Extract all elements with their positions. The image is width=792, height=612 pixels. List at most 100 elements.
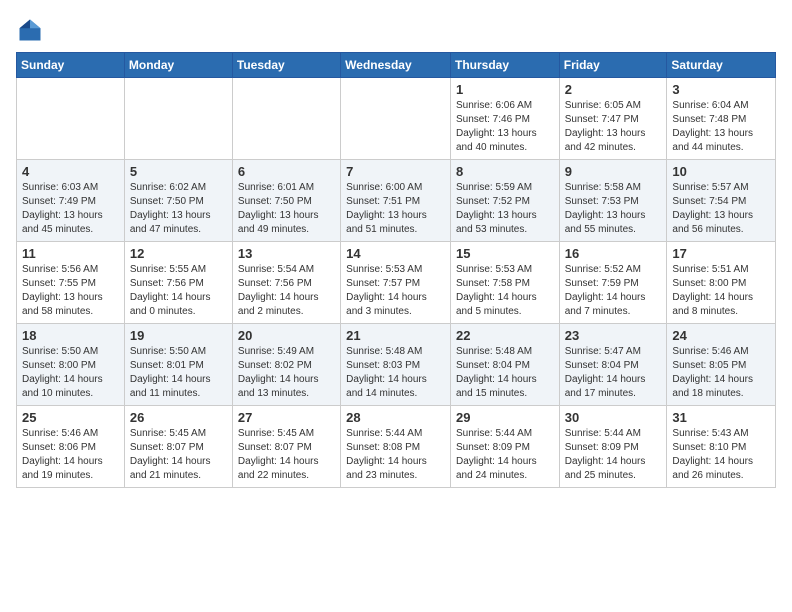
day-number: 31	[672, 410, 770, 425]
day-info: Sunrise: 5:44 AMSunset: 8:08 PMDaylight:…	[346, 427, 445, 483]
day-info: Sunrise: 5:46 AMSunset: 8:06 PMDaylight:…	[22, 427, 119, 483]
day-number: 19	[130, 328, 227, 343]
day-info: Sunrise: 5:48 AMSunset: 8:03 PMDaylight:…	[346, 345, 445, 401]
day-info: Sunrise: 5:44 AMSunset: 8:09 PMDaylight:…	[456, 427, 554, 483]
day-number: 21	[346, 328, 445, 343]
calendar-day-cell: 12 Sunrise: 5:55 AMSunset: 7:56 PMDayligh…	[124, 242, 232, 324]
day-number: 27	[238, 410, 335, 425]
day-info: Sunrise: 5:46 AMSunset: 8:05 PMDaylight:…	[672, 345, 770, 401]
calendar-week-row: 18 Sunrise: 5:50 AMSunset: 8:00 PMDayligh…	[17, 324, 776, 406]
calendar-week-row: 11 Sunrise: 5:56 AMSunset: 7:55 PMDayligh…	[17, 242, 776, 324]
calendar-day-cell	[232, 78, 340, 160]
day-info: Sunrise: 5:50 AMSunset: 8:00 PMDaylight:…	[22, 345, 119, 401]
weekday-header: Saturday	[667, 53, 776, 78]
calendar-day-cell: 28 Sunrise: 5:44 AMSunset: 8:08 PMDayligh…	[341, 406, 451, 488]
calendar-day-cell: 29 Sunrise: 5:44 AMSunset: 8:09 PMDayligh…	[450, 406, 559, 488]
day-number: 23	[565, 328, 662, 343]
calendar: SundayMondayTuesdayWednesdayThursdayFrid…	[16, 52, 776, 488]
day-info: Sunrise: 6:00 AMSunset: 7:51 PMDaylight:…	[346, 181, 445, 237]
day-info: Sunrise: 5:47 AMSunset: 8:04 PMDaylight:…	[565, 345, 662, 401]
calendar-day-cell: 20 Sunrise: 5:49 AMSunset: 8:02 PMDayligh…	[232, 324, 340, 406]
day-info: Sunrise: 5:58 AMSunset: 7:53 PMDaylight:…	[565, 181, 662, 237]
logo	[16, 16, 48, 44]
day-info: Sunrise: 5:54 AMSunset: 7:56 PMDaylight:…	[238, 263, 335, 319]
day-number: 2	[565, 82, 662, 97]
day-info: Sunrise: 5:56 AMSunset: 7:55 PMDaylight:…	[22, 263, 119, 319]
day-number: 18	[22, 328, 119, 343]
calendar-day-cell: 11 Sunrise: 5:56 AMSunset: 7:55 PMDayligh…	[17, 242, 125, 324]
weekday-header-row: SundayMondayTuesdayWednesdayThursdayFrid…	[17, 53, 776, 78]
day-number: 22	[456, 328, 554, 343]
weekday-header: Sunday	[17, 53, 125, 78]
day-number: 10	[672, 164, 770, 179]
calendar-day-cell: 7 Sunrise: 6:00 AMSunset: 7:51 PMDaylight…	[341, 160, 451, 242]
day-number: 30	[565, 410, 662, 425]
day-info: Sunrise: 5:49 AMSunset: 8:02 PMDaylight:…	[238, 345, 335, 401]
day-info: Sunrise: 5:51 AMSunset: 8:00 PMDaylight:…	[672, 263, 770, 319]
calendar-day-cell	[341, 78, 451, 160]
calendar-day-cell: 4 Sunrise: 6:03 AMSunset: 7:49 PMDaylight…	[17, 160, 125, 242]
day-info: Sunrise: 5:50 AMSunset: 8:01 PMDaylight:…	[130, 345, 227, 401]
calendar-day-cell: 3Sunrise: 6:04 AMSunset: 7:48 PMDaylight…	[667, 78, 776, 160]
calendar-day-cell: 15Sunrise: 5:53 AMSunset: 7:58 PMDayligh…	[450, 242, 559, 324]
day-info: Sunrise: 5:52 AMSunset: 7:59 PMDaylight:…	[565, 263, 662, 319]
day-info: Sunrise: 5:45 AMSunset: 8:07 PMDaylight:…	[238, 427, 335, 483]
day-number: 24	[672, 328, 770, 343]
day-number: 12	[130, 246, 227, 261]
calendar-day-cell: 24 Sunrise: 5:46 AMSunset: 8:05 PMDayligh…	[667, 324, 776, 406]
weekday-header: Thursday	[450, 53, 559, 78]
calendar-day-cell: 31 Sunrise: 5:43 AMSunset: 8:10 PMDayligh…	[667, 406, 776, 488]
day-number: 29	[456, 410, 554, 425]
calendar-week-row: 4 Sunrise: 6:03 AMSunset: 7:49 PMDaylight…	[17, 160, 776, 242]
calendar-day-cell: 17 Sunrise: 5:51 AMSunset: 8:00 PMDayligh…	[667, 242, 776, 324]
day-number: 16	[565, 246, 662, 261]
calendar-day-cell: 23 Sunrise: 5:47 AMSunset: 8:04 PMDayligh…	[559, 324, 667, 406]
day-info: Sunrise: 5:53 AMSunset: 7:57 PMDaylight:…	[346, 263, 445, 319]
day-number: 4	[22, 164, 119, 179]
day-number: 28	[346, 410, 445, 425]
day-info: Sunrise: 6:05 AMSunset: 7:47 PMDaylight:…	[565, 99, 662, 155]
day-number: 26	[130, 410, 227, 425]
day-info: Sunrise: 5:57 AMSunset: 7:54 PMDaylight:…	[672, 181, 770, 237]
day-info: Sunrise: 5:59 AMSunset: 7:52 PMDaylight:…	[456, 181, 554, 237]
weekday-header: Monday	[124, 53, 232, 78]
calendar-day-cell: 6 Sunrise: 6:01 AMSunset: 7:50 PMDaylight…	[232, 160, 340, 242]
calendar-day-cell: 8 Sunrise: 5:59 AMSunset: 7:52 PMDaylight…	[450, 160, 559, 242]
calendar-week-row: 1 Sunrise: 6:06 AMSunset: 7:46 PMDaylight…	[17, 78, 776, 160]
day-info: Sunrise: 6:02 AMSunset: 7:50 PMDaylight:…	[130, 181, 227, 237]
calendar-day-cell: 27 Sunrise: 5:45 AMSunset: 8:07 PMDayligh…	[232, 406, 340, 488]
calendar-day-cell	[17, 78, 125, 160]
calendar-day-cell: 18 Sunrise: 5:50 AMSunset: 8:00 PMDayligh…	[17, 324, 125, 406]
day-number: 9	[565, 164, 662, 179]
calendar-day-cell: 1 Sunrise: 6:06 AMSunset: 7:46 PMDaylight…	[450, 78, 559, 160]
day-number: 13	[238, 246, 335, 261]
day-number: 25	[22, 410, 119, 425]
day-number: 15	[456, 246, 554, 261]
calendar-day-cell: 9 Sunrise: 5:58 AMSunset: 7:53 PMDaylight…	[559, 160, 667, 242]
day-info: Sunrise: 6:04 AMSunset: 7:48 PMDaylight:…	[672, 99, 770, 155]
logo-icon	[16, 16, 44, 44]
calendar-day-cell: 5Sunrise: 6:02 AMSunset: 7:50 PMDaylight…	[124, 160, 232, 242]
day-number: 6	[238, 164, 335, 179]
day-info: Sunrise: 6:01 AMSunset: 7:50 PMDaylight:…	[238, 181, 335, 237]
day-info: Sunrise: 5:48 AMSunset: 8:04 PMDaylight:…	[456, 345, 554, 401]
day-info: Sunrise: 6:03 AMSunset: 7:49 PMDaylight:…	[22, 181, 119, 237]
calendar-day-cell: 13 Sunrise: 5:54 AMSunset: 7:56 PMDayligh…	[232, 242, 340, 324]
day-number: 8	[456, 164, 554, 179]
calendar-day-cell	[124, 78, 232, 160]
calendar-day-cell: 10 Sunrise: 5:57 AMSunset: 7:54 PMDayligh…	[667, 160, 776, 242]
day-number: 11	[22, 246, 119, 261]
day-number: 7	[346, 164, 445, 179]
calendar-day-cell: 16 Sunrise: 5:52 AMSunset: 7:59 PMDayligh…	[559, 242, 667, 324]
calendar-day-cell: 2 Sunrise: 6:05 AMSunset: 7:47 PMDaylight…	[559, 78, 667, 160]
day-number: 20	[238, 328, 335, 343]
calendar-week-row: 25 Sunrise: 5:46 AMSunset: 8:06 PMDayligh…	[17, 406, 776, 488]
day-number: 17	[672, 246, 770, 261]
calendar-day-cell: 21 Sunrise: 5:48 AMSunset: 8:03 PMDayligh…	[341, 324, 451, 406]
page-header	[16, 16, 776, 44]
calendar-day-cell: 25 Sunrise: 5:46 AMSunset: 8:06 PMDayligh…	[17, 406, 125, 488]
day-info: Sunrise: 6:06 AMSunset: 7:46 PMDaylight:…	[456, 99, 554, 155]
day-number: 1	[456, 82, 554, 97]
day-info: Sunrise: 5:43 AMSunset: 8:10 PMDaylight:…	[672, 427, 770, 483]
day-info: Sunrise: 5:55 AMSunset: 7:56 PMDaylight:…	[130, 263, 227, 319]
